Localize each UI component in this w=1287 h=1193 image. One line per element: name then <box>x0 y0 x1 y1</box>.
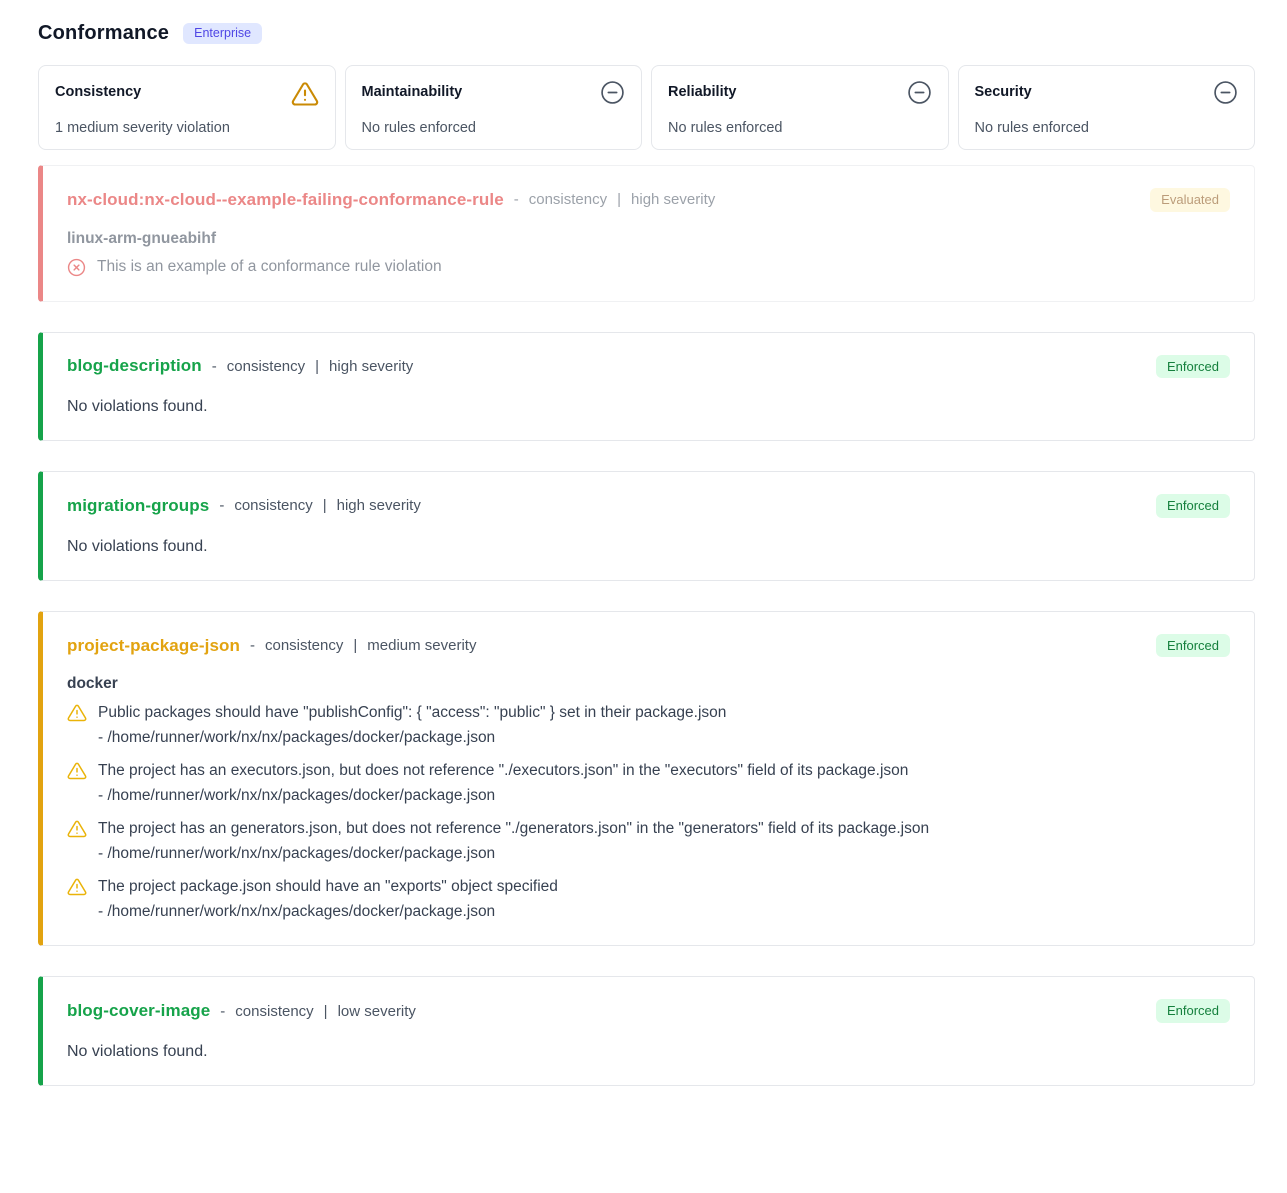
rule-card-example-failing: nx-cloud:nx-cloud--example-failing-confo… <box>38 165 1255 302</box>
status-badge-enforced: Enforced <box>1156 355 1230 379</box>
violation-message: Public packages should have "publishConf… <box>98 704 726 722</box>
summary-card-title: Consistency <box>55 80 141 100</box>
separator-dash: - <box>220 1003 225 1020</box>
rule-severity: high severity <box>337 497 421 514</box>
rule-name-link[interactable]: blog-description <box>67 356 202 376</box>
violation-item: Public packages should have "publishConf… <box>67 703 1230 747</box>
rule-name-link[interactable]: nx-cloud:nx-cloud--example-failing-confo… <box>67 190 504 210</box>
rule-category: consistency <box>227 358 305 375</box>
violation-item: The project has an executors.json, but d… <box>67 761 1230 805</box>
rule-severity: medium severity <box>367 637 476 654</box>
summary-card-consistency: Consistency 1 medium severity violation <box>38 65 336 150</box>
summary-card-title: Security <box>975 80 1032 100</box>
project-name: docker <box>67 675 1230 693</box>
violation-item: This is an example of a conformance rule… <box>67 258 1230 277</box>
rule-card-blog-description: blog-description - consistency | high se… <box>38 332 1255 442</box>
rule-name-link[interactable]: blog-cover-image <box>67 1001 210 1021</box>
project-name: linux-arm-gnueabihf <box>67 230 1230 248</box>
violation-path: - /home/runner/work/nx/nx/packages/docke… <box>98 903 1230 921</box>
violation-path: - /home/runner/work/nx/nx/packages/docke… <box>98 729 1230 747</box>
separator-dash: - <box>219 497 224 514</box>
rule-card-migration-groups: migration-groups - consistency | high se… <box>38 471 1255 581</box>
violation-message: The project has an generators.json, but … <box>98 820 929 838</box>
summary-card-title: Maintainability <box>362 80 463 100</box>
summary-card-subtext: No rules enforced <box>362 120 626 136</box>
status-badge-enforced: Enforced <box>1156 634 1230 658</box>
separator-dash: - <box>250 637 255 654</box>
rule-result-text: No violations found. <box>67 1043 1230 1061</box>
enterprise-badge: Enterprise <box>183 23 262 44</box>
separator-pipe: | <box>323 497 327 514</box>
warning-triangle-icon <box>67 877 87 897</box>
rule-name-link[interactable]: migration-groups <box>67 496 209 516</box>
violation-message: This is an example of a conformance rule… <box>97 258 442 276</box>
rule-category: consistency <box>235 1003 313 1020</box>
minus-circle-icon <box>600 80 625 105</box>
rule-card-blog-cover-image: blog-cover-image - consistency | low sev… <box>38 976 1255 1086</box>
summary-cards-row: Consistency 1 medium severity violation … <box>38 65 1255 150</box>
rule-result-text: No violations found. <box>67 538 1230 556</box>
minus-circle-icon <box>1213 80 1238 105</box>
summary-card-subtext: 1 medium severity violation <box>55 120 319 136</box>
rule-name-link[interactable]: project-package-json <box>67 636 240 656</box>
page-title: Conformance <box>38 22 169 45</box>
status-badge-enforced: Enforced <box>1156 999 1230 1023</box>
rule-severity: high severity <box>329 358 413 375</box>
warning-triangle-icon <box>291 80 319 108</box>
summary-card-reliability: Reliability No rules enforced <box>651 65 949 150</box>
violation-item: The project has an generators.json, but … <box>67 819 1230 863</box>
conformance-page: Conformance Enterprise Consistency 1 med… <box>0 0 1287 1156</box>
rule-result-text: No violations found. <box>67 398 1230 416</box>
separator-dash: - <box>514 191 519 208</box>
separator-pipe: | <box>617 191 621 208</box>
status-badge-enforced: Enforced <box>1156 494 1230 518</box>
rule-category: consistency <box>529 191 607 208</box>
status-badge-evaluated: Evaluated <box>1150 188 1230 212</box>
summary-card-security: Security No rules enforced <box>958 65 1256 150</box>
violation-path: - /home/runner/work/nx/nx/packages/docke… <box>98 845 1230 863</box>
minus-circle-icon <box>907 80 932 105</box>
warning-triangle-icon <box>67 703 87 723</box>
warning-triangle-icon <box>67 761 87 781</box>
summary-card-subtext: No rules enforced <box>668 120 932 136</box>
violation-message: The project package.json should have an … <box>98 878 558 896</box>
violation-message: The project has an executors.json, but d… <box>98 762 908 780</box>
rule-category: consistency <box>234 497 312 514</box>
rule-severity: low severity <box>338 1003 416 1020</box>
separator-pipe: | <box>353 637 357 654</box>
rule-severity: high severity <box>631 191 715 208</box>
page-header: Conformance Enterprise <box>38 22 1255 45</box>
separator-dash: - <box>212 358 217 375</box>
rule-card-project-package-json: project-package-json - consistency | med… <box>38 611 1255 947</box>
separator-pipe: | <box>315 358 319 375</box>
violation-item: The project package.json should have an … <box>67 877 1230 921</box>
summary-card-maintainability: Maintainability No rules enforced <box>345 65 643 150</box>
summary-card-subtext: No rules enforced <box>975 120 1239 136</box>
x-circle-icon <box>67 258 86 277</box>
rule-category: consistency <box>265 637 343 654</box>
summary-card-title: Reliability <box>668 80 737 100</box>
separator-pipe: | <box>324 1003 328 1020</box>
warning-triangle-icon <box>67 819 87 839</box>
violation-path: - /home/runner/work/nx/nx/packages/docke… <box>98 787 1230 805</box>
